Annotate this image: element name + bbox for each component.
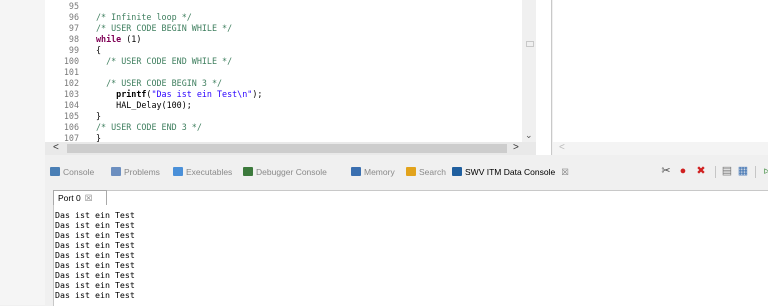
- console-output-line: Das ist ein Test: [55, 240, 135, 250]
- scroll-marker: [526, 41, 534, 47]
- tab-executables[interactable]: Executables: [173, 165, 232, 179]
- console-output-line: Das ist ein Test: [55, 250, 135, 260]
- secondary-scroll-left-arrow[interactable]: <: [559, 142, 565, 153]
- line-number: 102: [63, 78, 79, 88]
- toolbar-separator: [715, 166, 716, 178]
- console-output-line: Das ist ein Test: [55, 280, 135, 290]
- tab-search[interactable]: Search: [406, 165, 446, 179]
- code-token: /* USER CODE END WHILE */: [96, 56, 233, 66]
- console-output-line: Das ist ein Test: [55, 220, 135, 230]
- code-text[interactable]: /* Infinite loop */: [96, 12, 192, 23]
- code-text[interactable]: /* USER CODE BEGIN 3 */: [96, 78, 222, 89]
- code-token: );: [252, 89, 263, 99]
- code-token: {: [96, 45, 102, 55]
- port-tab-label: Port 0: [58, 193, 81, 203]
- tab-label: Problems: [124, 167, 160, 177]
- debugger-console-icon: [243, 167, 253, 176]
- tab-label: SWV ITM Data Console: [465, 167, 556, 177]
- scroll-right-arrow[interactable]: >: [513, 142, 519, 153]
- problems-icon: [111, 167, 121, 176]
- code-token: /* USER CODE END 3 */: [96, 122, 202, 132]
- tab-swv-itm-data-console[interactable]: SWV ITM Data Console ☒: [452, 165, 569, 179]
- search-icon: [406, 167, 416, 176]
- line-number: 104: [63, 100, 79, 110]
- tab-close-icon[interactable]: ☒: [561, 167, 569, 177]
- console-output-line: Das ist ein Test: [55, 210, 135, 220]
- code-text[interactable]: /* USER CODE END 3 */: [96, 122, 202, 133]
- scroll-down-arrow[interactable]: ⌄: [525, 130, 533, 141]
- secondary-editor-pane: <: [553, 0, 768, 155]
- port-tab-close-icon[interactable]: ☒: [85, 193, 93, 203]
- scroll-left-arrow[interactable]: <: [53, 142, 59, 153]
- line-number: 99: [68, 45, 79, 55]
- toolbar-separator: [755, 166, 756, 178]
- code-text[interactable]: HAL_Delay(100);: [96, 100, 192, 111]
- editor-horizontal-scrollbar[interactable]: < >: [45, 142, 536, 155]
- memory-icon: [351, 167, 361, 176]
- console-output-lines: Das ist ein Test Das ist ein Test Das ist …: [55, 210, 135, 300]
- tab-label: Console: [63, 167, 95, 177]
- settings-icon[interactable]: ▦: [737, 165, 749, 177]
- tab-label: Memory: [364, 167, 395, 177]
- console-output-line: Das ist ein Test: [55, 290, 135, 300]
- line-number: 105: [63, 111, 79, 121]
- console-tab-bar: Console Problems Executables Debugger Conso…: [45, 160, 768, 184]
- tab-memory[interactable]: Memory: [351, 165, 395, 179]
- tab-label: Executables: [186, 167, 233, 177]
- code-editor[interactable]: 95 96 /* Infinite loop */ 97 /* USER CODE BE…: [45, 0, 552, 155]
- secondary-horizontal-scrollbar[interactable]: <: [553, 142, 768, 155]
- line-number: 101: [63, 67, 79, 77]
- code-text[interactable]: printf("Das ist ein Test\n");: [96, 89, 262, 100]
- line-number: 97: [68, 23, 79, 33]
- left-gutter: [0, 0, 45, 305]
- console-output-line: Das ist ein Test: [55, 270, 135, 280]
- code-token: /* Infinite loop */: [96, 12, 192, 22]
- horizontal-scroll-thumb[interactable]: [67, 144, 507, 153]
- tools-icon[interactable]: ✂: [660, 165, 672, 177]
- more-icon[interactable]: ▹: [761, 165, 768, 177]
- port-tab[interactable]: Port 0 ☒: [53, 190, 108, 205]
- clear-icon[interactable]: ✖: [695, 165, 707, 177]
- export-icon[interactable]: ▤: [721, 165, 733, 177]
- code-token: printf: [96, 89, 147, 99]
- code-text[interactable]: while (1): [96, 34, 141, 45]
- console-icon: [50, 167, 60, 176]
- code-token: HAL_Delay(100);: [96, 100, 192, 110]
- tab-console[interactable]: Console: [50, 165, 94, 179]
- tab-debugger-console[interactable]: Debugger Console: [243, 165, 327, 179]
- line-number: 100: [63, 56, 79, 66]
- tab-problems[interactable]: Problems: [111, 165, 160, 179]
- code-token: "Das ist ein Test\n": [151, 89, 253, 99]
- line-number: 98: [68, 34, 79, 44]
- tab-label: Debugger Console: [256, 167, 327, 177]
- executables-icon: [173, 167, 183, 176]
- code-token: (1): [121, 34, 142, 44]
- line-number: 96: [68, 12, 79, 22]
- editor-vertical-scrollbar[interactable]: ⌄: [522, 0, 536, 142]
- line-number: 106: [63, 122, 79, 132]
- code-text[interactable]: /* USER CODE BEGIN WHILE */: [96, 23, 232, 34]
- code-text[interactable]: /* USER CODE END WHILE */: [96, 56, 232, 67]
- code-token: /* USER CODE BEGIN WHILE */: [96, 23, 233, 33]
- console-output-line: Das ist ein Test: [55, 260, 135, 270]
- record-icon[interactable]: ●: [677, 165, 689, 177]
- code-token: /* USER CODE BEGIN 3 */: [96, 78, 223, 88]
- console-output-area[interactable]: [53, 190, 768, 306]
- line-number: 103: [63, 89, 79, 99]
- code-text[interactable]: {: [96, 45, 101, 56]
- swv-console-icon: [452, 167, 462, 176]
- tab-label: Search: [419, 167, 446, 177]
- line-number: 95: [68, 1, 79, 11]
- code-text[interactable]: }: [96, 111, 101, 122]
- console-output-line: Das ist ein Test: [55, 230, 135, 240]
- code-token: while: [96, 34, 122, 44]
- code-token: }: [96, 111, 102, 121]
